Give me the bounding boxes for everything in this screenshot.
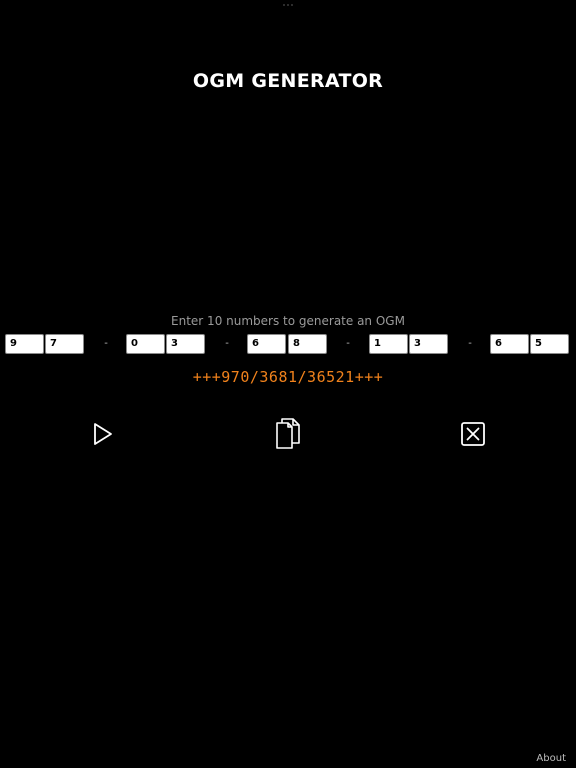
digit-input-10[interactable]: 5: [530, 334, 569, 354]
about-link[interactable]: About: [536, 753, 566, 764]
digit-input-8[interactable]: 3: [409, 334, 448, 354]
separator-dash: -: [225, 338, 229, 349]
copy-icon: [276, 418, 300, 449]
play-icon: [94, 423, 112, 445]
clear-icon: [461, 422, 485, 446]
digit-inputs-row: 9 7 - 0 3 - 6 8 - 1 3 - 6 5: [0, 334, 576, 354]
digit-input-6[interactable]: 8: [288, 334, 327, 354]
generate-button[interactable]: [83, 414, 123, 454]
copy-button[interactable]: [268, 414, 308, 454]
clear-button[interactable]: [453, 414, 493, 454]
separator-dash: -: [468, 338, 472, 349]
digit-input-4[interactable]: 3: [166, 334, 205, 354]
digit-input-5[interactable]: 6: [247, 334, 286, 354]
top-handle: [283, 4, 293, 6]
separator-dash: -: [346, 338, 350, 349]
separator-dash: -: [104, 338, 108, 349]
instruction-text: Enter 10 numbers to generate an OGM: [171, 314, 405, 328]
page-title: OGM GENERATOR: [192, 70, 384, 92]
digit-input-9[interactable]: 6: [490, 334, 529, 354]
digit-input-2[interactable]: 7: [45, 334, 84, 354]
digit-input-1[interactable]: 9: [5, 334, 44, 354]
ogm-result: +++970/3681/36521+++: [192, 368, 384, 386]
digit-input-3[interactable]: 0: [126, 334, 165, 354]
digit-input-7[interactable]: 1: [369, 334, 408, 354]
